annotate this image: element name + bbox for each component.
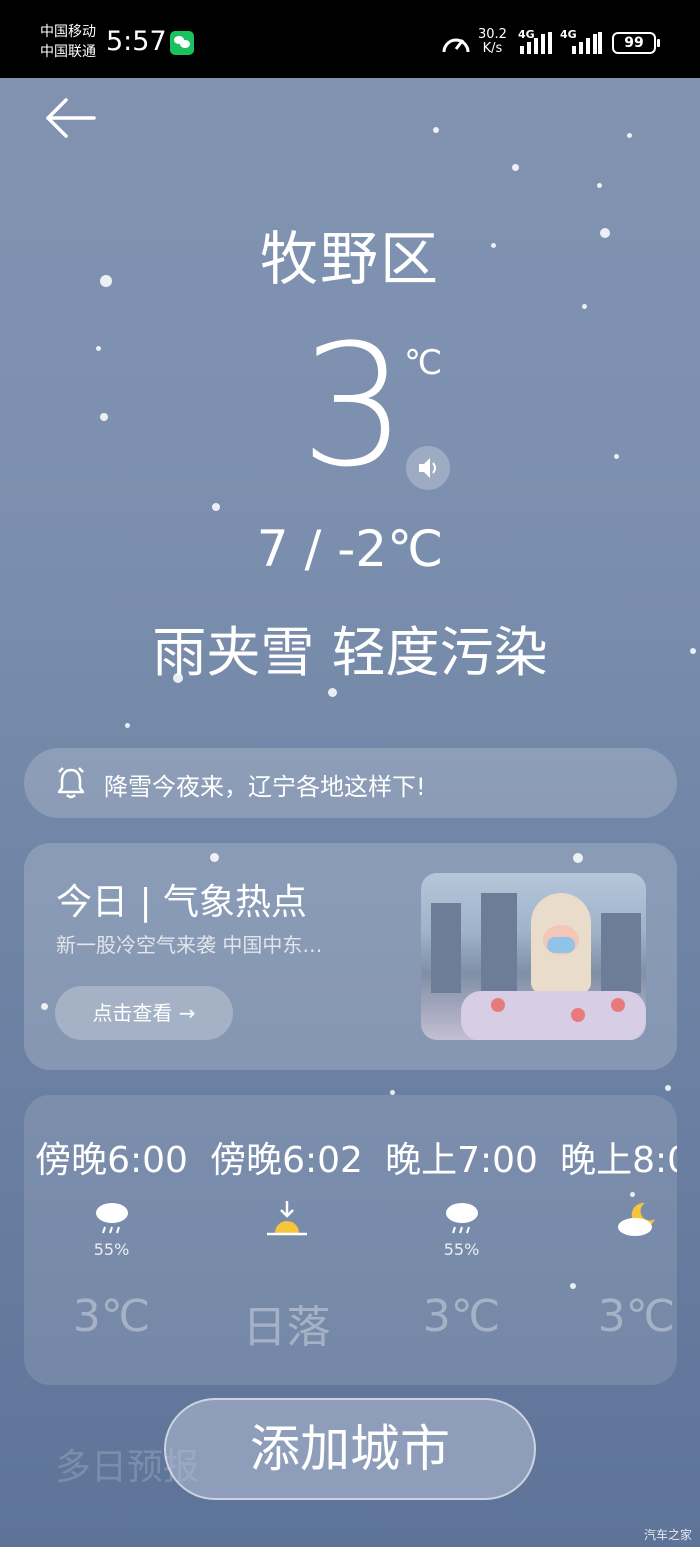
view-details-button[interactable]: 点击查看 → bbox=[55, 986, 233, 1040]
watermark: 汽车之家 bbox=[643, 1528, 692, 1542]
hour-temperature: 3℃ bbox=[597, 1291, 676, 1342]
current-temperature: 3 bbox=[300, 308, 407, 504]
weather-hot-topic-card[interactable]: 今日 | 气象热点 新一股冷空气来袭 中国中东… 点击查看 → bbox=[24, 843, 677, 1070]
hot-topic-thumbnail[interactable] bbox=[421, 873, 646, 1040]
hourly-forecast[interactable]: 傍晚6:00 55% 3℃ 傍晚6:02 日落 晚上7:00 55% 3℃ 晚上… bbox=[24, 1095, 677, 1385]
hot-topic-title: 今日 | 气象热点 bbox=[56, 882, 308, 923]
battery-level: 99 bbox=[624, 35, 644, 51]
signal-bars-icon-2 bbox=[572, 32, 602, 54]
hour-label: 晚上8:00 bbox=[560, 1140, 677, 1181]
hour-temperature: 3℃ bbox=[422, 1291, 501, 1342]
hour-temperature: 3℃ bbox=[72, 1291, 151, 1342]
add-city-button[interactable]: 添加城市 bbox=[164, 1398, 536, 1500]
clock: 5:57 bbox=[106, 26, 167, 57]
temperature-unit: ℃ bbox=[404, 343, 443, 383]
rain-snow-cloud-icon bbox=[446, 1203, 478, 1234]
weather-condition: 雨夹雪 轻度污染 bbox=[152, 621, 548, 684]
hot-topic-subtitle: 新一股冷空气来袭 中国中东… bbox=[56, 933, 323, 957]
carrier-info: 中国移动 中国联通 bbox=[40, 22, 96, 62]
precip-chance: 55% bbox=[443, 1240, 480, 1259]
alert-text: 降雪今夜来，辽宁各地这样下! bbox=[104, 773, 426, 801]
city-name: 牧野区 bbox=[259, 225, 440, 293]
hour-label: 傍晚6:02 bbox=[210, 1140, 363, 1181]
wechat-notification-icon bbox=[170, 31, 194, 55]
battery-icon: 99 bbox=[612, 32, 660, 54]
speedometer-icon bbox=[442, 38, 470, 53]
carrier-1: 中国移动 bbox=[40, 24, 96, 40]
network-speed-unit: K/s bbox=[482, 41, 503, 56]
sunset-icon bbox=[267, 1201, 307, 1236]
hour-label: 傍晚6:00 bbox=[35, 1140, 188, 1181]
speaker-button[interactable] bbox=[406, 446, 450, 490]
precip-chance: 55% bbox=[93, 1240, 130, 1259]
speaker-icon bbox=[419, 458, 436, 478]
moon-cloud-icon bbox=[618, 1202, 655, 1236]
rain-snow-cloud-icon bbox=[96, 1203, 128, 1234]
signal-bars-icon bbox=[520, 32, 552, 54]
sunset-label: 日落 bbox=[242, 1302, 331, 1353]
back-arrow-icon[interactable] bbox=[44, 96, 98, 140]
temperature-range: 7 / -2℃ bbox=[256, 520, 444, 578]
weather-alert-banner[interactable]: 降雪今夜来，辽宁各地这样下! bbox=[24, 748, 677, 818]
bell-icon bbox=[57, 767, 85, 799]
network-speed: 30.2 K/s bbox=[478, 28, 507, 56]
hour-label: 晚上7:00 bbox=[385, 1140, 538, 1181]
network-speed-value: 30.2 bbox=[478, 27, 507, 42]
status-bar: 中国移动 中国联通 5:57 30.2 K/s 4G 4G 99 bbox=[0, 0, 700, 78]
carrier-2: 中国联通 bbox=[40, 44, 96, 60]
